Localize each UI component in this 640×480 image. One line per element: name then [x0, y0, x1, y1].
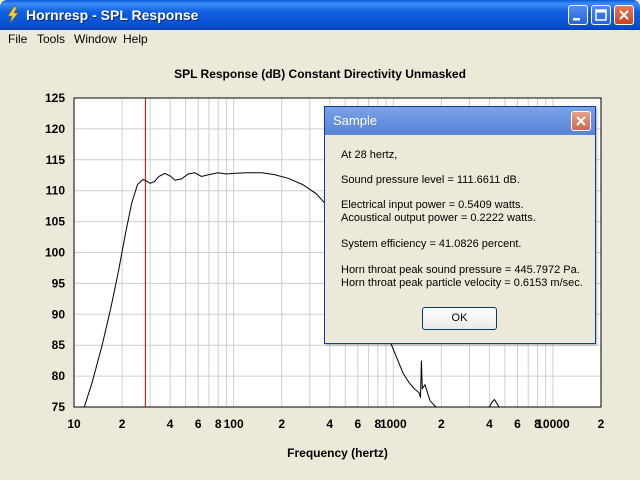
dialog-title: Sample [333, 113, 378, 128]
y-tick-label: 90 [52, 307, 66, 321]
x-tick-label: 2 [598, 417, 605, 431]
x-tick-label: 4 [326, 417, 333, 431]
dialog-line-throat-pressure: Horn throat peak sound pressure = 445.79… [341, 264, 580, 276]
x-tick-label: 6 [355, 417, 362, 431]
dialog-line-efficiency: System efficiency = 41.0826 percent. [341, 238, 522, 250]
x-tick-label: 100 [224, 417, 244, 431]
x-tick-label: 10000 [536, 417, 570, 431]
y-tick-label: 125 [45, 91, 65, 105]
sample-dialog: Sample At 28 hertz, Sound pressure level… [324, 106, 596, 344]
dialog-close-button[interactable] [571, 111, 591, 131]
x-axis-labels: 10 2 4 6 8 100 2 4 6 81000 2 4 6 810000 2 [67, 417, 604, 431]
y-axis-labels: 75 80 85 90 95 100 105 110 115 120 125 [45, 91, 65, 414]
y-tick-label: 100 [45, 246, 65, 260]
y-tick-label: 115 [46, 153, 66, 167]
x-tick-label: 6 [514, 417, 521, 431]
y-tick-label: 110 [46, 184, 66, 198]
x-tick-label: 2 [119, 417, 126, 431]
dialog-line-throat-velocity: Horn throat peak particle velocity = 0.6… [341, 277, 583, 289]
x-tick-label: 1000 [380, 417, 407, 431]
ok-button[interactable]: OK [422, 307, 497, 330]
x-axis-title: Frequency (hertz) [287, 446, 388, 460]
y-tick-label: 80 [52, 369, 66, 383]
x-tick-label: 4 [167, 417, 174, 431]
y-tick-label: 75 [52, 400, 66, 414]
y-tick-label: 105 [45, 215, 65, 229]
x-tick-label: 8 [215, 417, 222, 431]
y-tick-label: 95 [52, 276, 66, 290]
dialog-line-input-power: Electrical input power = 0.5409 watts. [341, 199, 524, 211]
dialog-line-spl: Sound pressure level = 111.6611 dB. [341, 174, 520, 186]
dialog-title-bar[interactable]: Sample [325, 107, 595, 135]
x-tick-label: 2 [278, 417, 285, 431]
close-icon [576, 116, 586, 126]
x-tick-label: 2 [438, 417, 445, 431]
y-tick-label: 120 [45, 122, 65, 136]
dialog-line-output-power: Acoustical output power = 0.2222 watts. [341, 212, 536, 224]
x-tick-label: 6 [195, 417, 202, 431]
x-tick-label: 4 [486, 417, 493, 431]
y-tick-label: 85 [52, 338, 66, 352]
x-tick-label: 10 [67, 417, 81, 431]
dialog-line-frequency: At 28 hertz, [341, 149, 398, 161]
